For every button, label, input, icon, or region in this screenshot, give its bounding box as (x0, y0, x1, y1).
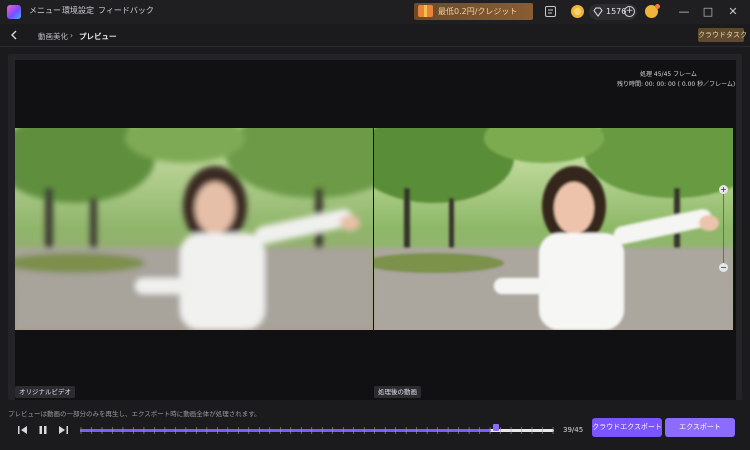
pause-icon[interactable] (38, 425, 48, 435)
gem-icon (593, 7, 603, 17)
export-button[interactable]: エクスポート (665, 418, 735, 437)
gift-icon (418, 5, 433, 17)
menu-main[interactable]: メニュー (29, 5, 61, 16)
zoom-slider[interactable] (723, 190, 724, 266)
processed-video-label: 処理後の動画 (374, 386, 421, 398)
frames-status: 処理 45/45 フレーム (640, 71, 697, 78)
frame-counter: 39/45 (563, 426, 584, 434)
processed-video-frame (374, 128, 733, 330)
breadcrumb-parent[interactable]: 動画美化 (38, 31, 68, 42)
promo-banner[interactable]: 最低0.2円/クレジット (414, 3, 533, 20)
menu-settings[interactable]: 環境設定 (62, 5, 94, 16)
breadcrumb-separator: › (70, 31, 73, 40)
coin-icon[interactable] (571, 5, 584, 18)
zoom-out-icon[interactable]: − (719, 263, 728, 272)
original-video-frame (15, 128, 373, 330)
cloud-export-button[interactable]: クラウドエクスポート (592, 418, 662, 437)
plus-icon[interactable]: + (624, 6, 635, 17)
gem-balance[interactable]: 1576 + (589, 4, 637, 20)
processed-photo (374, 128, 733, 330)
minimize-icon[interactable]: — (676, 4, 692, 20)
avatar-icon[interactable] (645, 4, 660, 18)
timeline-ticks (80, 427, 554, 434)
app-logo-icon (7, 5, 21, 19)
preview-notice: プレビューは動画の一部分のみを再生し、エクスポート時に動画全体が処理されます。 (8, 410, 261, 418)
menu-feedback[interactable]: フィードバック (98, 5, 154, 16)
timeline-playhead[interactable] (493, 424, 500, 431)
original-photo (15, 128, 373, 330)
close-icon[interactable]: ✕ (725, 4, 741, 20)
back-icon[interactable] (10, 30, 18, 40)
step-back-icon[interactable] (17, 425, 28, 435)
zoom-in-icon[interactable]: + (719, 185, 728, 194)
original-video-label: オリジナルビデオ (15, 386, 75, 398)
notes-icon[interactable] (544, 5, 557, 18)
remaining-time: 残り時間: 00: 00: 00 ( 0.00 秒／フレーム) (617, 81, 736, 88)
maximize-icon[interactable]: □ (700, 4, 716, 20)
step-forward-icon[interactable] (58, 425, 69, 435)
promo-text: 最低0.2円/クレジット (438, 7, 518, 16)
breadcrumb-current: プレビュー (79, 32, 117, 41)
cloud-task-button[interactable]: クラウドタスク (698, 28, 747, 42)
